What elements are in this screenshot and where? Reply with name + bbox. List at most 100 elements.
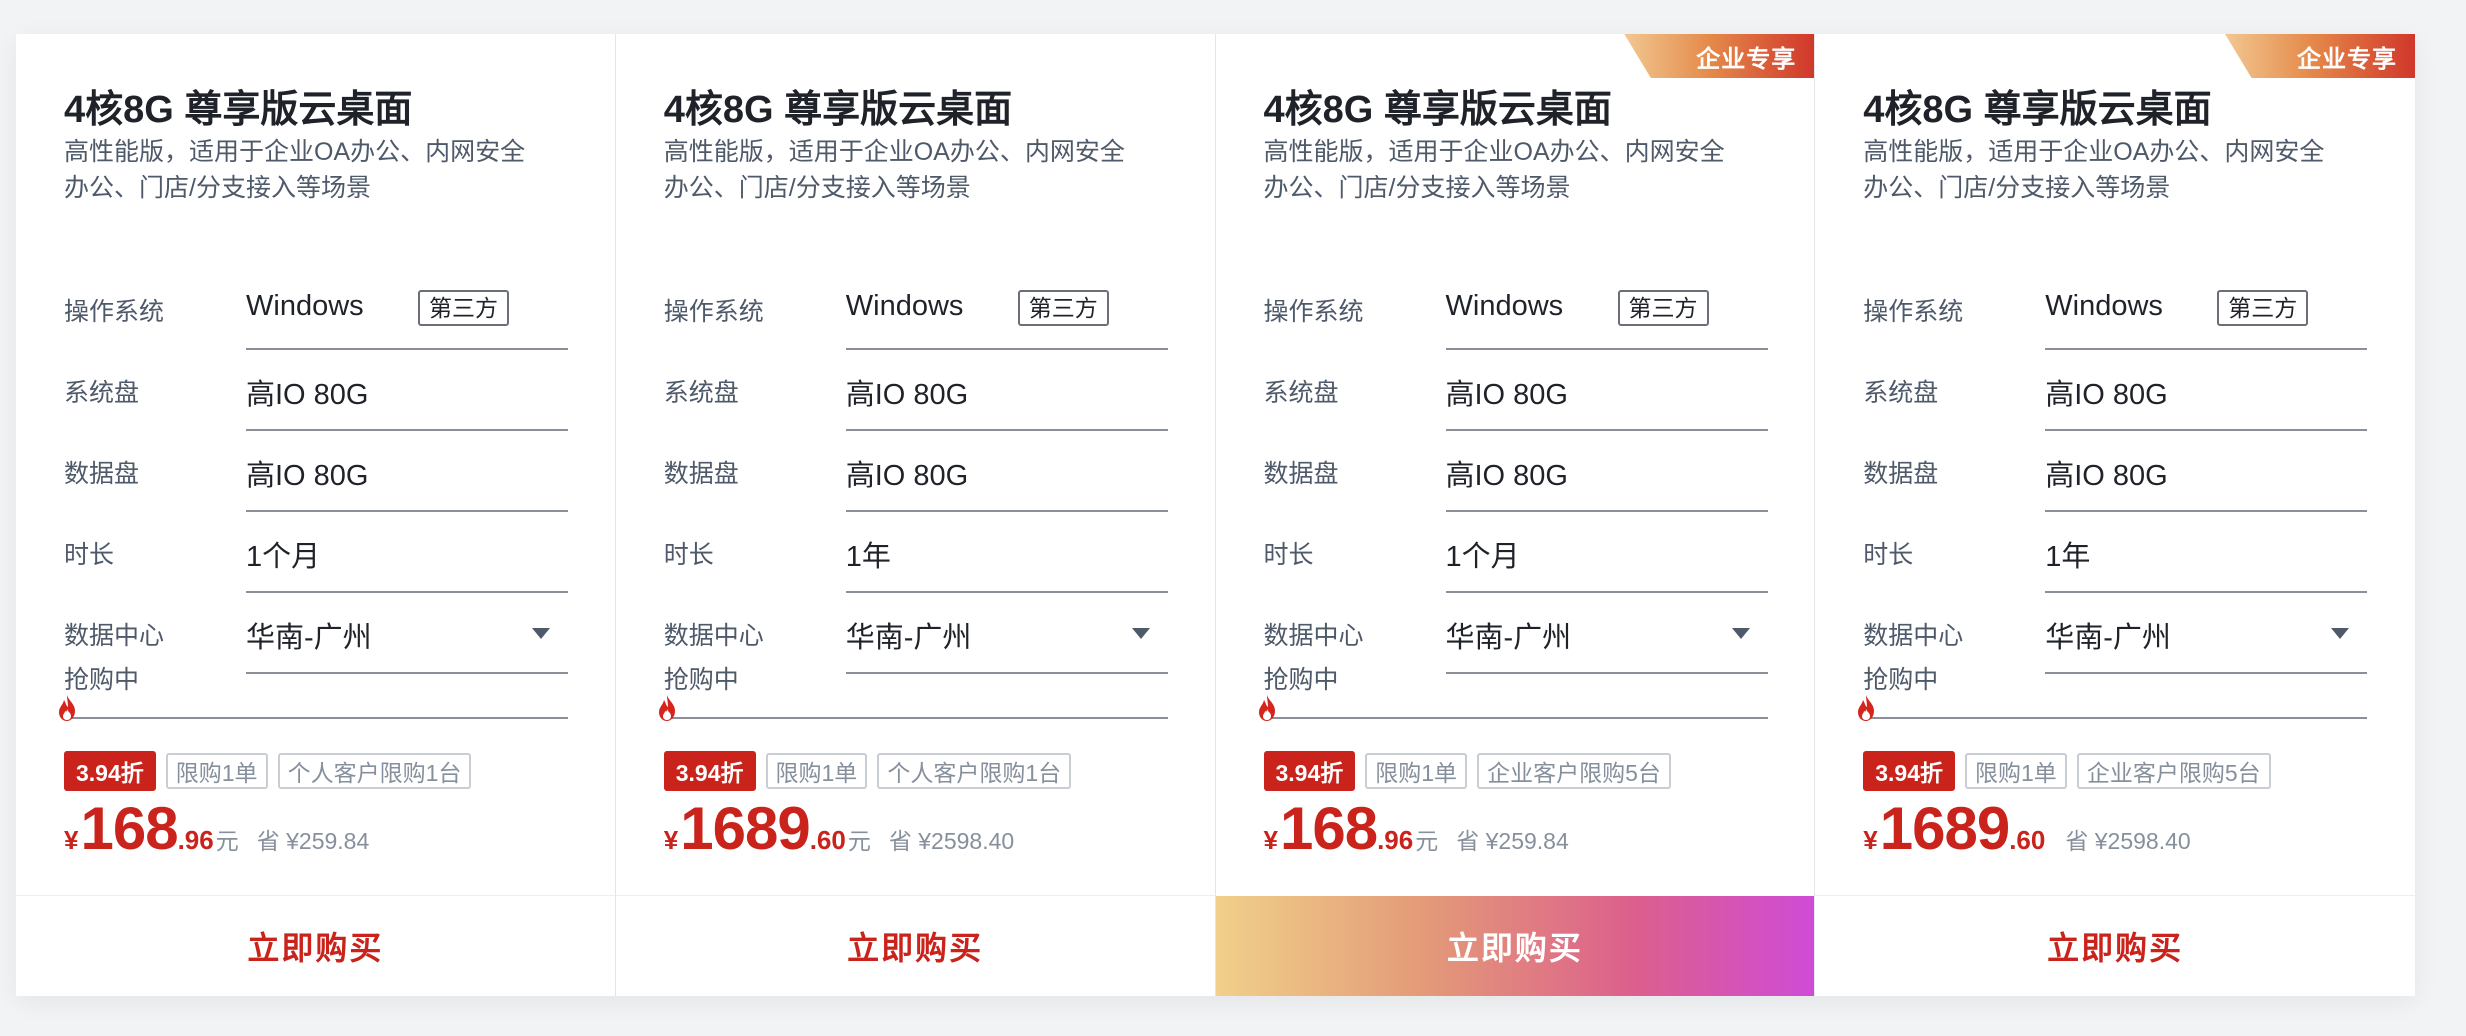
os-source-tag: 第三方 — [2217, 290, 2309, 326]
currency-symbol: ¥ — [1863, 825, 1878, 855]
enterprise-ribbon: 企业专享 — [1624, 34, 1815, 78]
customer-limit-tag: 个人客户限购1台 — [277, 753, 472, 789]
duration-value: 1个月 — [246, 541, 321, 573]
os-label: 操作系统 — [1863, 298, 1964, 326]
price-decimal: .60 — [809, 825, 846, 855]
system-disk-label: 系统盘 — [1263, 379, 1339, 407]
os-row: 操作系统 Windows 第三方 — [1863, 270, 2368, 350]
savings-text: 省 ¥259.84 — [256, 828, 370, 854]
system-disk-field: 高IO 80G — [1445, 351, 1768, 431]
flame-icon — [1858, 695, 1875, 721]
product-title: 4核8G 尊享版云桌面 — [64, 89, 413, 131]
product-description: 高性能版，适用于企业OA办公、内网安全办公、门店/分支接入等场景 — [1263, 138, 1725, 202]
os-value: Windows — [845, 290, 964, 322]
os-row: 操作系统 Windows 第三方 — [1264, 270, 1768, 350]
promo-label: 抢购中 — [663, 666, 739, 694]
promo-progress-bar — [1263, 717, 1768, 719]
datacenter-select[interactable]: 华南-广州 — [246, 594, 568, 674]
duration-row: 时长 1个月 — [1264, 513, 1768, 593]
datacenter-row: 数据中心 华南-广州 — [1863, 594, 2368, 674]
buy-now-button[interactable]: 立即购买 — [615, 895, 1215, 996]
datacenter-value: 华南-广州 — [1445, 622, 1572, 654]
datacenter-select[interactable]: 华南-广州 — [845, 594, 1168, 674]
data-disk-value: 高IO 80G — [845, 460, 969, 492]
system-disk-value: 高IO 80G — [246, 379, 369, 411]
discount-badge: 3.94折 — [64, 751, 156, 791]
product-description: 高性能版，适用于企业OA办公、内网安全办公、门店/分支接入等场景 — [1863, 138, 2325, 202]
os-row: 操作系统 Windows 第三方 — [664, 270, 1168, 350]
product-card: 4核8G 尊享版云桌面 高性能版，适用于企业OA办公、内网安全办公、门店/分支接… — [615, 34, 1216, 996]
system-disk-field: 高IO 80G — [2045, 351, 2368, 431]
currency-symbol: ¥ — [1263, 825, 1278, 855]
order-limit-tag: 限购1单 — [765, 753, 868, 789]
data-disk-value: 高IO 80G — [2045, 460, 2168, 492]
os-field: Windows 第三方 — [246, 270, 568, 350]
product-title: 4核8G 尊享版云桌面 — [663, 89, 1013, 131]
price: ¥ 1689 .60 元 省 ¥2598.40 — [664, 794, 1014, 863]
duration-label: 时长 — [64, 541, 115, 569]
enterprise-ribbon: 企业专享 — [2225, 34, 2415, 78]
data-disk-row: 数据盘 高IO 80G — [664, 432, 1168, 512]
os-value: Windows — [2045, 290, 2163, 322]
data-disk-label: 数据盘 — [1263, 460, 1339, 488]
promo-tags: 3.94折 限购1单 企业客户限购5台 — [1263, 751, 1671, 791]
system-disk-row: 系统盘 高IO 80G — [664, 351, 1168, 431]
product-title: 4核8G 尊享版云桌面 — [1263, 89, 1612, 131]
os-value: Windows — [246, 290, 364, 322]
datacenter-value: 华南-广州 — [845, 622, 972, 654]
datacenter-select[interactable]: 华南-广州 — [2045, 594, 2368, 674]
os-source-tag: 第三方 — [1017, 290, 1109, 326]
flame-icon — [59, 695, 75, 721]
promo-tags: 3.94折 限购1单 个人客户限购1台 — [663, 751, 1072, 791]
os-source-tag: 第三方 — [1617, 290, 1709, 326]
system-disk-value: 高IO 80G — [845, 379, 969, 411]
datacenter-row: 数据中心 华南-广州 — [64, 594, 568, 674]
data-disk-field: 高IO 80G — [1445, 432, 1768, 512]
data-disk-field: 高IO 80G — [246, 432, 568, 512]
data-disk-label: 数据盘 — [663, 460, 739, 488]
system-disk-row: 系统盘 高IO 80G — [1264, 351, 1768, 431]
savings-text: 省 ¥259.84 — [1456, 828, 1569, 854]
promo-progress-bar — [663, 717, 1168, 719]
duration-value: 1个月 — [1445, 541, 1520, 573]
datacenter-value: 华南-广州 — [246, 622, 372, 654]
datacenter-select[interactable]: 华南-广州 — [1445, 594, 1768, 674]
promo-tags: 3.94折 限购1单 企业客户限购5台 — [1863, 751, 2271, 791]
datacenter-row: 数据中心 华南-广州 — [664, 594, 1168, 674]
promo-progress-bar — [1863, 717, 2368, 719]
data-disk-field: 高IO 80G — [845, 432, 1168, 512]
price-unit: 元 — [215, 828, 239, 854]
product-card: 企业专享 4核8G 尊享版云桌面 高性能版，适用于企业OA办公、内网安全办公、门… — [1215, 34, 1816, 996]
price-integer: 1689 — [680, 795, 810, 862]
buy-now-button[interactable]: 立即购买 — [1215, 896, 1815, 996]
datacenter-label: 数据中心 — [663, 622, 764, 650]
duration-value: 1年 — [2045, 541, 2091, 573]
duration-label: 时长 — [663, 541, 714, 569]
os-field: Windows 第三方 — [845, 270, 1168, 350]
buy-now-button[interactable]: 立即购买 — [16, 895, 615, 996]
duration-row: 时长 1年 — [664, 513, 1168, 593]
promo-label: 抢购中 — [1263, 666, 1339, 694]
order-limit-tag: 限购1单 — [165, 753, 268, 789]
price-decimal: .60 — [2009, 825, 2046, 855]
price-unit: 元 — [847, 828, 871, 854]
system-disk-field: 高IO 80G — [845, 351, 1168, 431]
chevron-down-icon — [1731, 628, 1750, 639]
datacenter-label: 数据中心 — [1263, 622, 1364, 650]
customer-limit-tag: 个人客户限购1台 — [877, 753, 1072, 789]
system-disk-value: 高IO 80G — [1445, 379, 1569, 411]
os-source-tag: 第三方 — [418, 290, 509, 326]
buy-now-button[interactable]: 立即购买 — [1815, 895, 2415, 996]
os-label: 操作系统 — [1263, 298, 1364, 326]
system-disk-label: 系统盘 — [64, 379, 140, 407]
duration-row: 时长 1个月 — [64, 513, 568, 593]
datacenter-row: 数据中心 华南-广州 — [1264, 594, 1768, 674]
product-cards: 4核8G 尊享版云桌面 高性能版，适用于企业OA办公、内网安全办公、门店/分支接… — [16, 34, 2415, 996]
os-field: Windows 第三方 — [1445, 270, 1768, 350]
duration-field: 1年 — [845, 513, 1168, 593]
discount-badge: 3.94折 — [1263, 751, 1356, 791]
flame-icon — [1258, 695, 1275, 721]
discount-badge: 3.94折 — [1863, 751, 1956, 791]
product-card: 4核8G 尊享版云桌面 高性能版，适用于企业OA办公、内网安全办公、门店/分支接… — [16, 34, 616, 996]
data-disk-row: 数据盘 高IO 80G — [64, 432, 568, 512]
